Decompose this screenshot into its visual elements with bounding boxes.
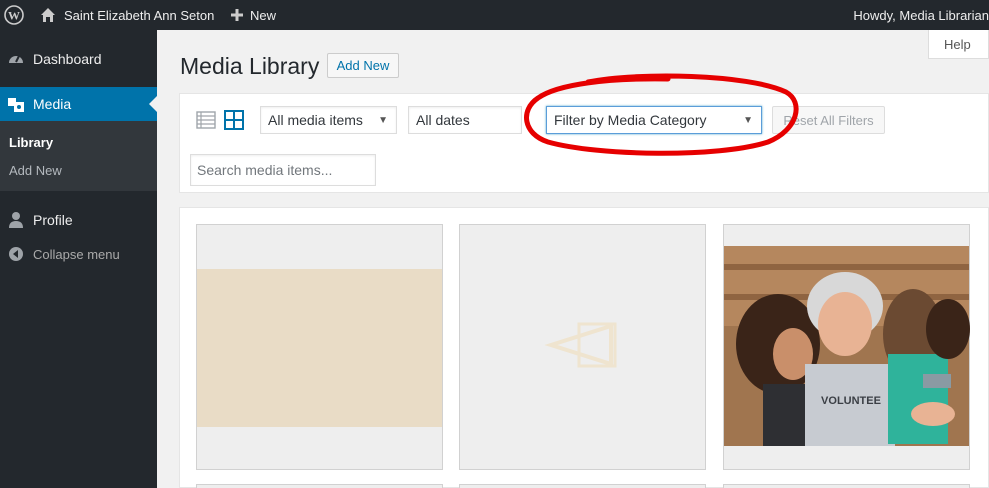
select-value: All dates xyxy=(416,112,470,128)
media-category-select[interactable]: Filter by Media Category ▼ xyxy=(546,106,762,134)
grid-view-icon[interactable] xyxy=(224,110,244,130)
select-value: Filter by Media Category xyxy=(554,112,707,128)
sidebar-item-dashboard[interactable]: Dashboard xyxy=(0,42,157,76)
add-new-button[interactable]: Add New xyxy=(327,53,399,78)
reset-filters-button[interactable]: Reset All Filters xyxy=(772,106,885,134)
dropdown-arrow-icon: ▼ xyxy=(378,115,388,126)
media-type-select[interactable]: All media items ▼ xyxy=(260,106,397,134)
site-name: Saint Elizabeth Ann Seton xyxy=(64,7,215,23)
media-icon xyxy=(6,95,26,113)
submenu-library[interactable]: Library xyxy=(9,135,53,150)
account-menu[interactable]: Howdy, Media Librarian xyxy=(853,0,989,30)
help-tab[interactable]: Help xyxy=(928,30,989,59)
howdy-text: Howdy, Media Librarian xyxy=(853,7,989,23)
new-content-link[interactable]: New xyxy=(230,0,276,30)
sidebar-item-label: Dashboard xyxy=(33,51,102,67)
media-attachment[interactable]: VOLUNTEE xyxy=(723,224,970,470)
sidebar-item-profile[interactable]: Profile xyxy=(0,203,157,237)
page-title: Media Library xyxy=(180,53,320,79)
media-attachment[interactable] xyxy=(196,484,443,488)
wordpress-logo-icon[interactable]: W xyxy=(4,0,26,30)
submenu-add-new[interactable]: Add New xyxy=(9,163,62,178)
sidebar-item-label: Collapse menu xyxy=(33,246,120,262)
media-attachment[interactable] xyxy=(459,224,706,470)
plus-icon xyxy=(230,8,244,22)
svg-text:VOLUNTEE: VOLUNTEE xyxy=(821,395,881,407)
help-label: Help xyxy=(944,36,971,52)
sidebar-item-label: Media xyxy=(33,96,72,112)
image-thumbnail xyxy=(197,269,442,427)
media-attachment[interactable] xyxy=(196,224,443,470)
search-input[interactable] xyxy=(190,154,376,186)
profile-icon xyxy=(6,211,26,229)
document-placeholder-icon xyxy=(544,322,617,368)
dashboard-icon xyxy=(6,50,26,68)
new-label: New xyxy=(250,7,277,23)
admin-bar: W Saint Elizabeth Ann Seton New Howdy, M… xyxy=(0,0,989,30)
admin-sidebar: Dashboard Media Library Add New Profile … xyxy=(0,30,157,488)
media-submenu: Library Add New xyxy=(0,121,157,191)
date-filter-select[interactable]: All dates xyxy=(408,106,522,134)
dropdown-arrow-icon: ▼ xyxy=(743,115,753,126)
home-icon xyxy=(40,7,56,23)
collapse-menu-button[interactable]: Collapse menu xyxy=(0,237,157,271)
select-value: All media items xyxy=(268,112,363,128)
collapse-icon xyxy=(6,246,26,262)
site-home-link[interactable]: Saint Elizabeth Ann Seton xyxy=(40,0,214,30)
sidebar-item-media[interactable]: Media xyxy=(0,87,157,121)
list-view-icon[interactable] xyxy=(196,110,216,130)
svg-text:W: W xyxy=(8,9,20,23)
sidebar-item-label: Profile xyxy=(33,212,73,228)
volunteer-photo: VOLUNTEE xyxy=(724,246,970,446)
media-attachment[interactable] xyxy=(459,484,706,488)
media-attachment[interactable] xyxy=(723,484,970,488)
